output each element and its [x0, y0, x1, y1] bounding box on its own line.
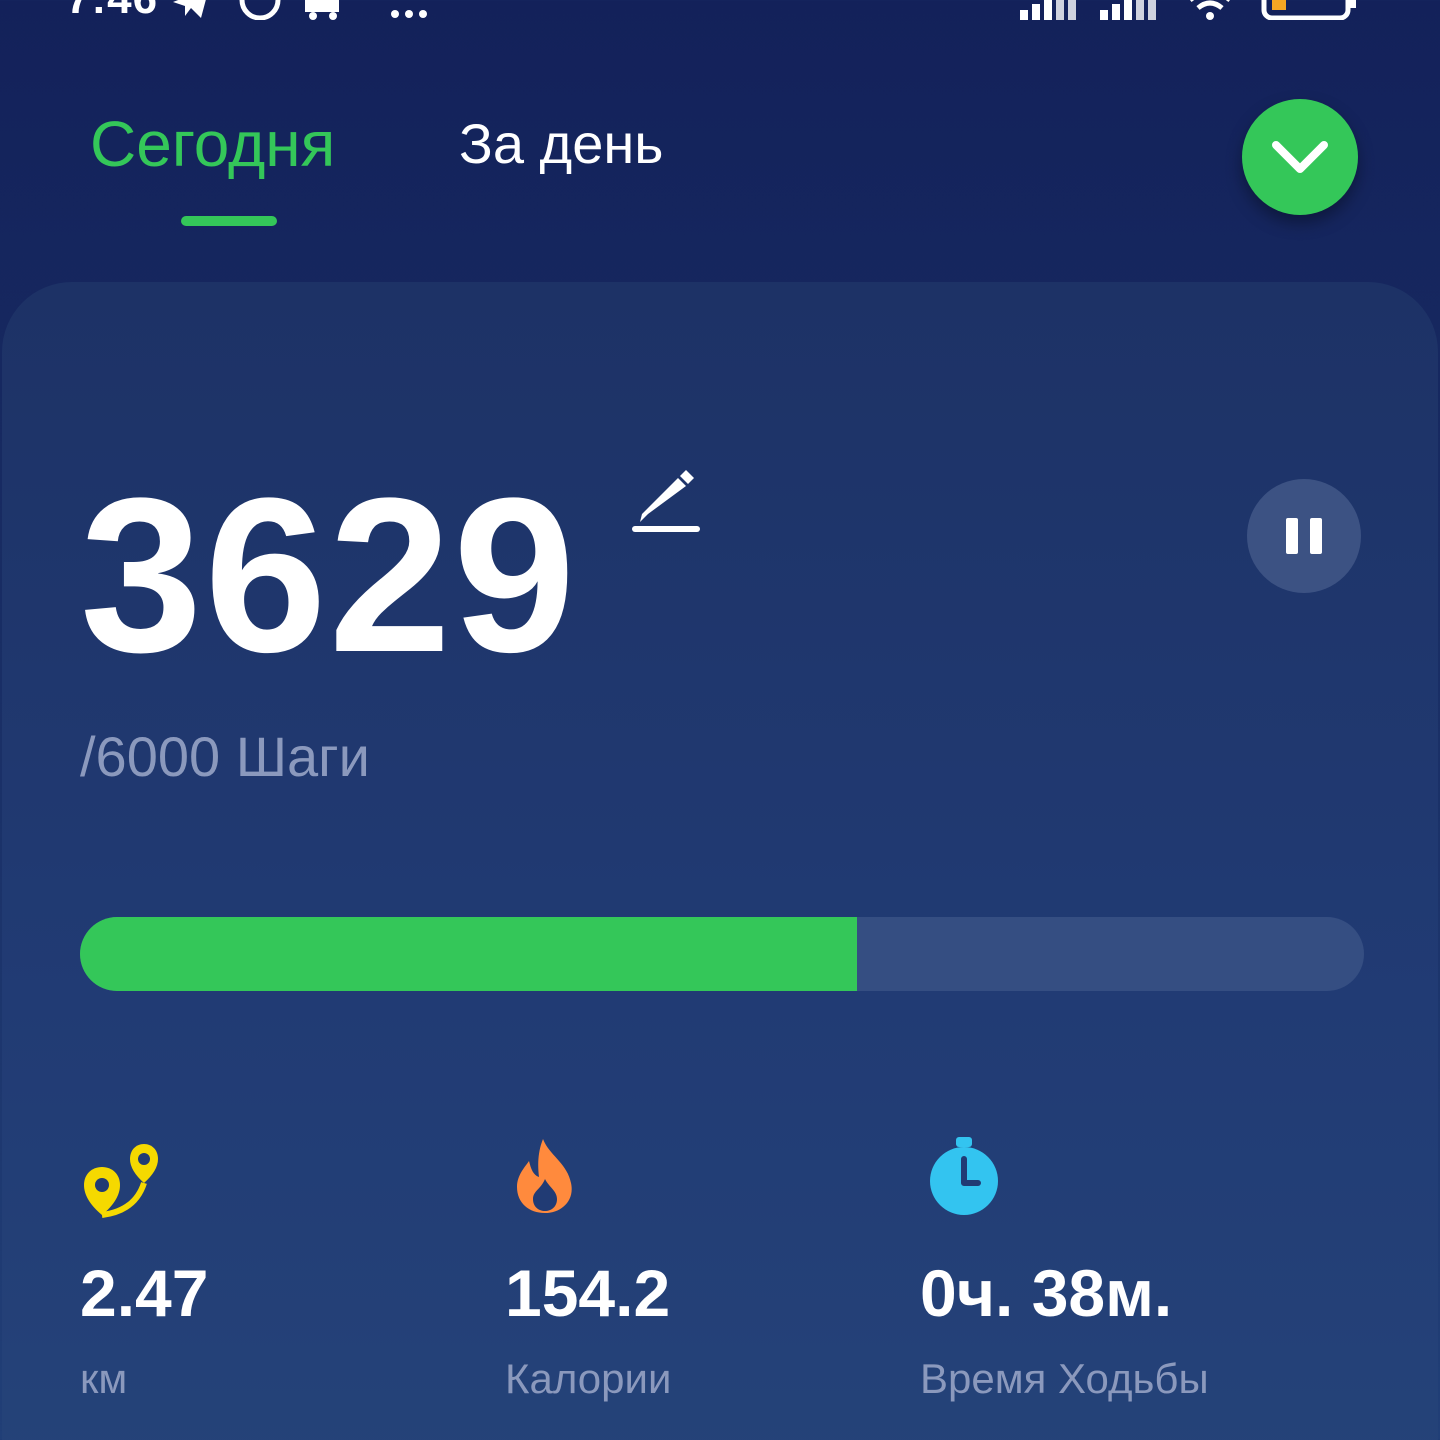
- steps-progress-fill: [80, 917, 857, 991]
- distance-label: км: [80, 1355, 128, 1402]
- walking-time-value: 0ч. 38м.: [920, 1256, 1173, 1330]
- wifi-icon: [1190, 0, 1230, 20]
- whatsapp-icon: [239, 0, 281, 20]
- walking-time-label: Время Ходьбы: [920, 1355, 1209, 1402]
- edit-steps-button[interactable]: [628, 460, 704, 536]
- calories-value: 154.2: [505, 1256, 671, 1330]
- stopwatch-icon: [930, 1137, 998, 1215]
- active-tab-indicator: [181, 216, 277, 226]
- steps-count: 3629: [80, 452, 578, 698]
- calories-label: Калории: [505, 1355, 672, 1402]
- delivery-icon: [305, 0, 339, 20]
- pencil-icon: [632, 470, 700, 532]
- notification-icons: [165, 0, 465, 20]
- telegram-icon: [173, 0, 206, 18]
- pause-icon: [1286, 518, 1322, 554]
- tab-today[interactable]: Сегодня: [90, 106, 335, 182]
- chevron-down-icon: [1272, 141, 1328, 173]
- distance-value: 2.47: [80, 1256, 209, 1330]
- status-time: 7:46: [66, 0, 158, 20]
- flame-icon: [517, 1139, 572, 1213]
- steps-progress-bar: [80, 917, 1364, 991]
- tab-per-day[interactable]: За день: [459, 112, 663, 176]
- system-icons: [1020, 0, 1370, 20]
- pause-button[interactable]: [1247, 479, 1361, 593]
- signal-icon-2: [1100, 0, 1156, 20]
- steps-goal: /6000 Шаги: [80, 725, 370, 788]
- battery-icon: [1261, 0, 1356, 20]
- signal-icon: [1020, 0, 1076, 20]
- status-bar: 7:46: [0, 0, 1440, 20]
- more-notifications-icon: [391, 10, 427, 18]
- expand-button[interactable]: [1242, 99, 1358, 215]
- route-pin-icon: [84, 1144, 158, 1218]
